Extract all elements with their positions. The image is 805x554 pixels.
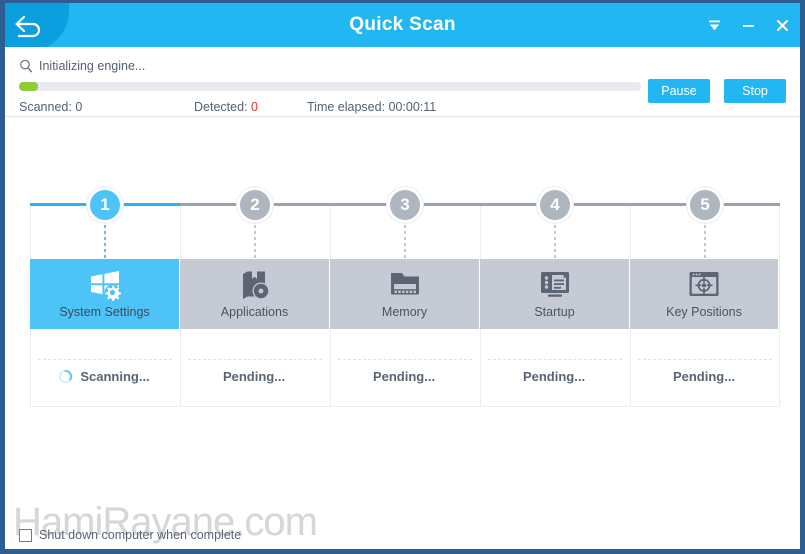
minimize-to-tray-icon[interactable] — [704, 13, 724, 37]
scan-step-connector — [704, 225, 706, 259]
scan-steps: 1 System Settings Scanning... 2 Applications… — [30, 187, 780, 407]
minimize-icon[interactable] — [738, 13, 758, 37]
quick-scan-window: Quick Scan Initializing engine... Scanne… — [0, 0, 805, 554]
applications-disc-icon — [238, 269, 272, 301]
scan-step-divider — [638, 359, 772, 360]
window-title: Quick Scan — [349, 14, 456, 35]
elapsed-stat: Time elapsed: 00:00:11 — [307, 100, 436, 114]
scan-status-line: Initializing engine... — [19, 57, 786, 75]
startup-monitor-icon — [538, 269, 572, 301]
loading-spinner-icon — [58, 369, 73, 384]
scan-step-status: Pending... — [330, 363, 478, 389]
elapsed-label: Time elapsed: — [307, 100, 386, 114]
detected-value: 0 — [251, 100, 258, 114]
memory-module-icon — [388, 269, 422, 301]
scan-step-status: Scanning... — [30, 363, 178, 389]
scan-step-status-label: Pending... — [522, 368, 586, 384]
scan-step-divider — [188, 359, 322, 360]
title-bar: Quick Scan — [5, 3, 800, 51]
scan-step-status-label: Pending... — [672, 368, 736, 384]
scan-step-5: 5 Key Positions Pending... — [630, 187, 780, 407]
scan-step-connector — [104, 225, 106, 259]
scan-status-text: Initializing engine... — [39, 59, 146, 73]
scan-step-connector — [254, 225, 256, 259]
scan-step-label: Applications — [220, 305, 289, 319]
pause-button[interactable]: Pause — [648, 79, 710, 103]
scan-action-buttons: Pause Stop — [648, 79, 786, 103]
scan-step-3: 3 Memory Pending... — [330, 187, 480, 407]
scan-step-status: Pending... — [180, 363, 328, 389]
scanned-value: 0 — [75, 100, 83, 114]
scan-step-status: Pending... — [480, 363, 628, 389]
scan-step-number: 4 — [537, 187, 573, 223]
scan-step-number: 5 — [687, 187, 723, 223]
shutdown-when-complete-label: Shut down computer when complete — [39, 528, 242, 542]
elapsed-value: 00:00:11 — [388, 100, 437, 114]
scan-step-icon-block: Memory — [330, 259, 479, 329]
detected-stat: Detected: 0 — [194, 100, 307, 114]
scan-step-icon-block: Key Positions — [630, 259, 778, 329]
detected-label: Detected: — [194, 100, 248, 114]
scan-step-label: Startup — [534, 305, 575, 319]
scan-step-icon-block: Applications — [180, 259, 329, 329]
magnifier-icon — [19, 59, 33, 73]
scan-step-number: 3 — [387, 187, 423, 223]
scan-status-panel: Initializing engine... Scanned: 0 Detect… — [5, 47, 800, 117]
scan-step-number: 1 — [87, 187, 123, 223]
scan-step-2: 2 Applications Pending... — [180, 187, 330, 407]
checkbox-box[interactable] — [19, 528, 32, 542]
scanned-label: Scanned: — [19, 100, 72, 114]
scan-step-divider — [488, 359, 622, 360]
scan-step-label: System Settings — [59, 305, 150, 319]
scan-step-4: 4 Startup Pending... — [480, 187, 630, 407]
scan-step-connector — [554, 225, 556, 259]
scan-step-status-label: Pending... — [222, 368, 286, 384]
scan-progress-bar — [19, 82, 641, 91]
scan-step-divider — [338, 359, 472, 360]
key-positions-target-icon — [687, 269, 721, 301]
scan-step-label: Memory — [381, 305, 428, 319]
scan-step-status: Pending... — [630, 363, 778, 389]
footer-bar: Shut down computer when complete — [5, 521, 800, 549]
scan-step-icon-block: Startup — [480, 259, 629, 329]
scan-step-number: 2 — [237, 187, 273, 223]
close-icon[interactable] — [772, 13, 792, 37]
shutdown-when-complete-checkbox[interactable]: Shut down computer when complete — [19, 528, 241, 542]
scan-step-status-label: Scanning... — [80, 368, 150, 384]
windows-settings-icon — [88, 269, 122, 301]
scan-step-divider — [38, 359, 172, 360]
window-controls — [704, 3, 792, 47]
scan-progress-fill — [19, 82, 38, 91]
scanned-stat: Scanned: 0 — [19, 100, 194, 114]
scan-step-label: Key Positions — [666, 305, 742, 319]
scan-step-status-label: Pending... — [372, 368, 436, 384]
stop-button[interactable]: Stop — [724, 79, 786, 103]
scan-step-connector — [404, 225, 406, 259]
scan-step-1: 1 System Settings Scanning... — [30, 187, 180, 407]
scan-step-icon-block: System Settings — [30, 259, 179, 329]
